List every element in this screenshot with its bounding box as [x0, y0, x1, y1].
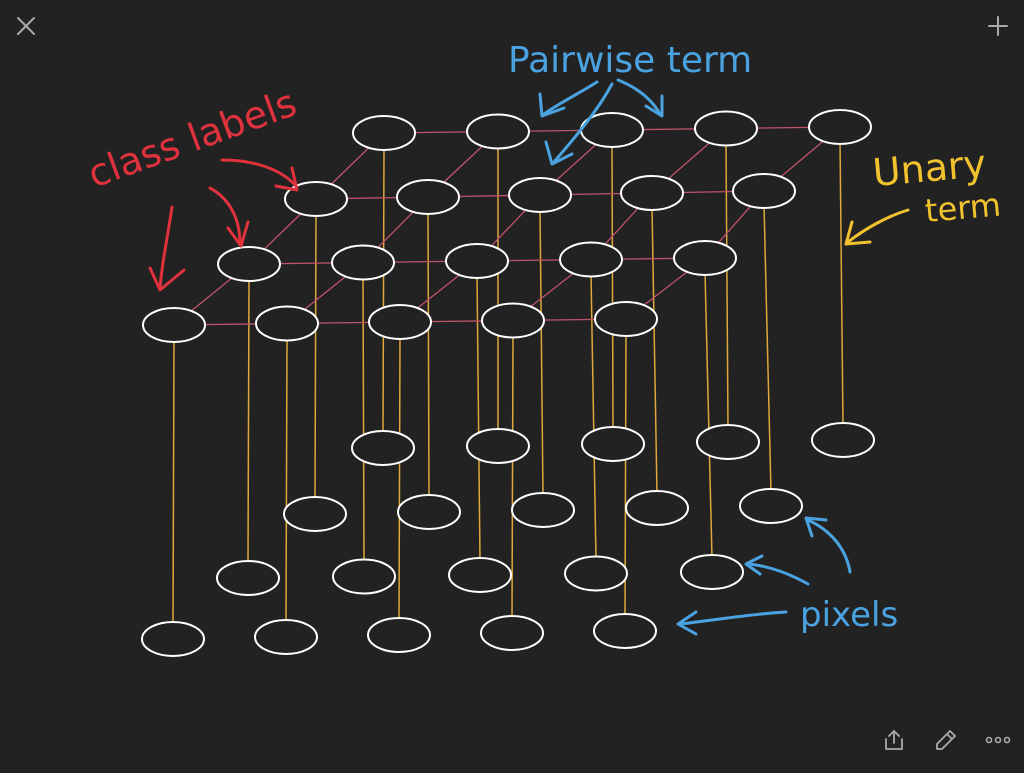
class-label-node: [368, 304, 432, 340]
unary-text-line1: Unary: [871, 141, 988, 195]
close-icon: [17, 17, 35, 35]
pixel-node: [739, 488, 803, 524]
pixel-node: [216, 560, 280, 596]
label-nodes: [142, 109, 872, 343]
pixel-node: [581, 426, 645, 462]
unary-edge: [314, 212, 317, 501]
class-label-node: [466, 113, 530, 150]
class-label-node: [732, 173, 796, 209]
unary-edge: [476, 274, 481, 562]
class-label-node: [673, 240, 737, 276]
unary-edge: [539, 208, 544, 497]
share-button[interactable]: [880, 726, 908, 754]
unary-edge: [362, 276, 365, 563]
class-label-node: [217, 246, 281, 282]
pixels-text: pixels: [800, 595, 898, 635]
pixel-node: [397, 494, 461, 530]
pixel-node: [283, 496, 347, 532]
unary-edges: [172, 140, 844, 626]
pixel-node: [254, 619, 318, 655]
unary-edge: [763, 204, 772, 493]
unary-edge: [172, 338, 175, 626]
pencil-icon: [936, 730, 956, 750]
unary-edge: [725, 142, 729, 429]
unary-edge: [704, 271, 713, 559]
class-label-node: [694, 110, 758, 147]
class-label-node: [808, 109, 872, 145]
close-button[interactable]: [12, 12, 40, 40]
unary-edge: [651, 206, 658, 495]
unary-edge: [285, 337, 288, 624]
unary-edge: [247, 277, 250, 565]
unary-arrow: [844, 208, 910, 246]
class-label-node: [284, 181, 348, 217]
share-icon: [885, 730, 903, 750]
crf-diagram: class labels Pairwise term Unary term pi…: [82, 40, 1002, 657]
pixel-node: [332, 558, 396, 595]
plus-icon: [988, 16, 1008, 36]
class-label-node: [594, 301, 658, 337]
pixel-node: [466, 428, 530, 464]
pixel-node: [367, 617, 431, 653]
pixel-node: [564, 555, 628, 592]
unary-edge: [427, 210, 430, 499]
unary-edge: [382, 146, 385, 435]
class-label-node: [559, 241, 623, 278]
pixel-node: [141, 621, 205, 657]
pairwise-edges: [173, 126, 841, 326]
pixel-node: [511, 492, 575, 528]
class-label-node: [331, 244, 395, 281]
pixel-node: [480, 615, 544, 651]
unary-edge: [398, 335, 401, 622]
pixel-node: [696, 424, 760, 460]
drawing-canvas[interactable]: class labels Pairwise term Unary term pi…: [0, 0, 1024, 768]
pixel-node: [680, 554, 744, 590]
class-label-node: [255, 305, 319, 342]
pixel-nodes: [141, 422, 875, 657]
class-label-node: [481, 302, 545, 339]
class-label-node: [142, 307, 206, 343]
unary-text-line2: term: [923, 185, 1002, 229]
pen-button[interactable]: [932, 726, 960, 754]
pixel-node: [351, 430, 415, 466]
class-label-node: [445, 243, 509, 279]
pixel-node: [593, 613, 657, 649]
class-label-node: [352, 115, 416, 151]
class-label-node: [620, 175, 684, 211]
add-button[interactable]: [984, 12, 1012, 40]
more-icon: [985, 736, 1011, 744]
pixel-node: [811, 422, 875, 458]
pixel-node: [625, 490, 689, 526]
more-button[interactable]: [984, 726, 1012, 754]
unary-edge: [511, 334, 514, 620]
pixel-node: [448, 557, 512, 593]
pairwise-term-text: Pairwise term: [508, 40, 752, 81]
unary-edge: [611, 143, 614, 431]
class-labels-text: class labels: [82, 81, 302, 197]
class-label-node: [396, 179, 460, 215]
unary-edge: [839, 140, 844, 427]
class-label-node: [508, 177, 572, 213]
